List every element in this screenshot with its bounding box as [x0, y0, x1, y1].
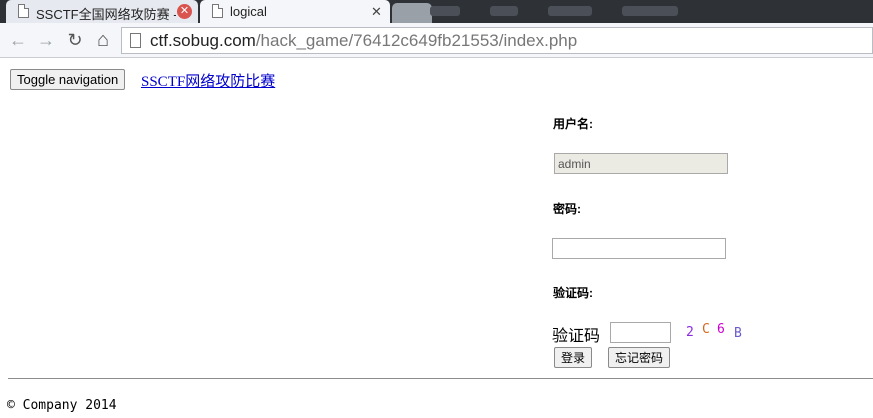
captcha-input[interactable]	[610, 322, 671, 343]
captcha-char: C	[702, 322, 710, 337]
captcha-char: 6	[717, 322, 725, 337]
tab-ssctf[interactable]: SSCTF全国网络攻防赛 - 1 ✕	[6, 0, 198, 23]
page-icon	[130, 33, 141, 48]
blurred-bookmark	[622, 6, 678, 16]
tab-title: SSCTF全国网络攻防赛 - 1	[36, 7, 176, 22]
captcha-label: 验证码	[552, 328, 601, 345]
forward-icon[interactable]: →	[36, 30, 56, 50]
reload-icon[interactable]: ↻	[65, 30, 85, 50]
blurred-bookmark	[548, 6, 592, 16]
toggle-navigation-button[interactable]: Toggle navigation	[10, 69, 126, 90]
captcha-heading: 验证码:	[553, 286, 593, 300]
password-label: 密码:	[553, 202, 581, 216]
page-icon	[18, 4, 29, 18]
browser-toolbar: ← → ↻ ⌂ ctf.sobug.com/hack_game/76412c64…	[0, 23, 873, 58]
tab-title: logical	[230, 4, 267, 19]
username-label: 用户名:	[553, 117, 593, 131]
close-tab-icon[interactable]: ✕	[177, 4, 192, 19]
browser-tab-strip: SSCTF全国网络攻防赛 - 1 ✕ logical ✕	[0, 0, 873, 23]
footer-copyright: © Company 2014	[7, 398, 117, 413]
login-button[interactable]: 登录	[554, 347, 593, 368]
page-icon	[212, 4, 223, 18]
back-icon[interactable]: ←	[8, 30, 28, 50]
captcha-char: B	[734, 326, 742, 341]
forgot-password-button[interactable]: 忘记密码	[608, 347, 671, 368]
new-tab-button[interactable]	[392, 3, 432, 23]
username-field[interactable]	[554, 153, 728, 174]
brand-link[interactable]: SSCTF网络攻防比赛	[141, 70, 275, 91]
captcha-image[interactable]: 2 C 6 B	[682, 322, 752, 345]
tab-logical[interactable]: logical ✕	[200, 0, 390, 23]
footer-divider	[8, 378, 873, 379]
url-text: ctf.sobug.com/hack_game/76412c649fb21553…	[150, 31, 577, 51]
home-icon[interactable]: ⌂	[93, 30, 113, 50]
close-tab-icon[interactable]: ✕	[369, 4, 384, 19]
blurred-bookmark	[430, 6, 460, 16]
url-host: ctf.sobug.com	[150, 31, 256, 50]
address-bar[interactable]: ctf.sobug.com/hack_game/76412c649fb21553…	[121, 27, 873, 54]
captcha-char: 2	[686, 325, 694, 340]
blurred-bookmark	[490, 6, 518, 16]
password-field[interactable]	[552, 238, 726, 259]
url-path: /hack_game/76412c649fb21553/index.php	[255, 31, 578, 50]
